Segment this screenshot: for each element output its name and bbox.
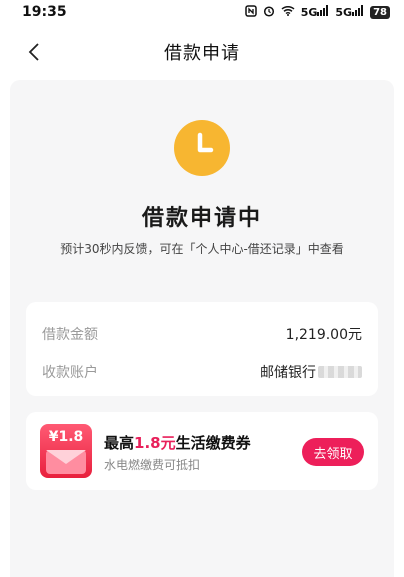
coupon-title-prefix: 最高	[104, 434, 135, 452]
receiving-account-value: 邮储银行	[260, 362, 362, 382]
signal-icon: 5G	[301, 5, 330, 19]
coupon-badge-amount: ¥1.8	[48, 429, 84, 445]
signal-label: 5G	[335, 6, 353, 19]
loan-amount-label: 借款金额	[42, 327, 98, 343]
battery-indicator: 78	[370, 5, 390, 19]
page-title: 借款申请	[164, 43, 240, 64]
receiving-account-label: 收款账户	[42, 365, 98, 381]
coupon-title: 最高1.8元生活缴费券	[104, 432, 251, 453]
status-bar: 19:35 5G 5G 78	[0, 0, 404, 24]
bank-name: 邮储银行	[260, 365, 316, 381]
coupon-title-suffix: 生活缴费券	[175, 434, 251, 452]
nav-bar: 借款申请	[0, 24, 404, 80]
alarm-icon	[263, 5, 275, 20]
receiving-account-row: 收款账户 邮储银行	[42, 362, 362, 382]
loan-info-card: 借款金额 1,219.00元 收款账户 邮储银行	[26, 302, 378, 396]
coupon-description: 水电燃缴费可抵扣	[104, 458, 201, 472]
signal-label: 5G	[300, 6, 318, 19]
clock-icon	[174, 120, 230, 176]
status-time: 19:35	[22, 4, 67, 20]
masked-account-number	[318, 366, 362, 378]
coupon-badge: ¥1.8	[40, 424, 92, 478]
back-button[interactable]	[24, 42, 44, 62]
main-content: 借款申请中 预计30秒内反馈，可在「个人中心-借还记录」中查看 借款金额 1,2…	[10, 80, 394, 577]
claim-coupon-button[interactable]: 去领取	[302, 438, 364, 466]
nfc-icon	[244, 4, 257, 20]
status-icons: 5G 5G 78	[244, 4, 390, 20]
loan-amount-row: 借款金额 1,219.00元	[42, 324, 362, 344]
signal-icon: 5G	[335, 5, 364, 19]
chevron-left-icon	[28, 43, 39, 61]
coupon-title-highlight: 1.8元	[134, 434, 176, 452]
application-status-title: 借款申请中	[141, 206, 262, 231]
coupon-card: ¥1.8 最高1.8元生活缴费券 水电燃缴费可抵扣 去领取	[26, 412, 378, 490]
wifi-icon	[281, 5, 295, 19]
loan-amount-value: 1,219.00元	[285, 327, 362, 343]
application-status-subtitle: 预计30秒内反馈，可在「个人中心-借还记录」中查看	[60, 242, 344, 256]
